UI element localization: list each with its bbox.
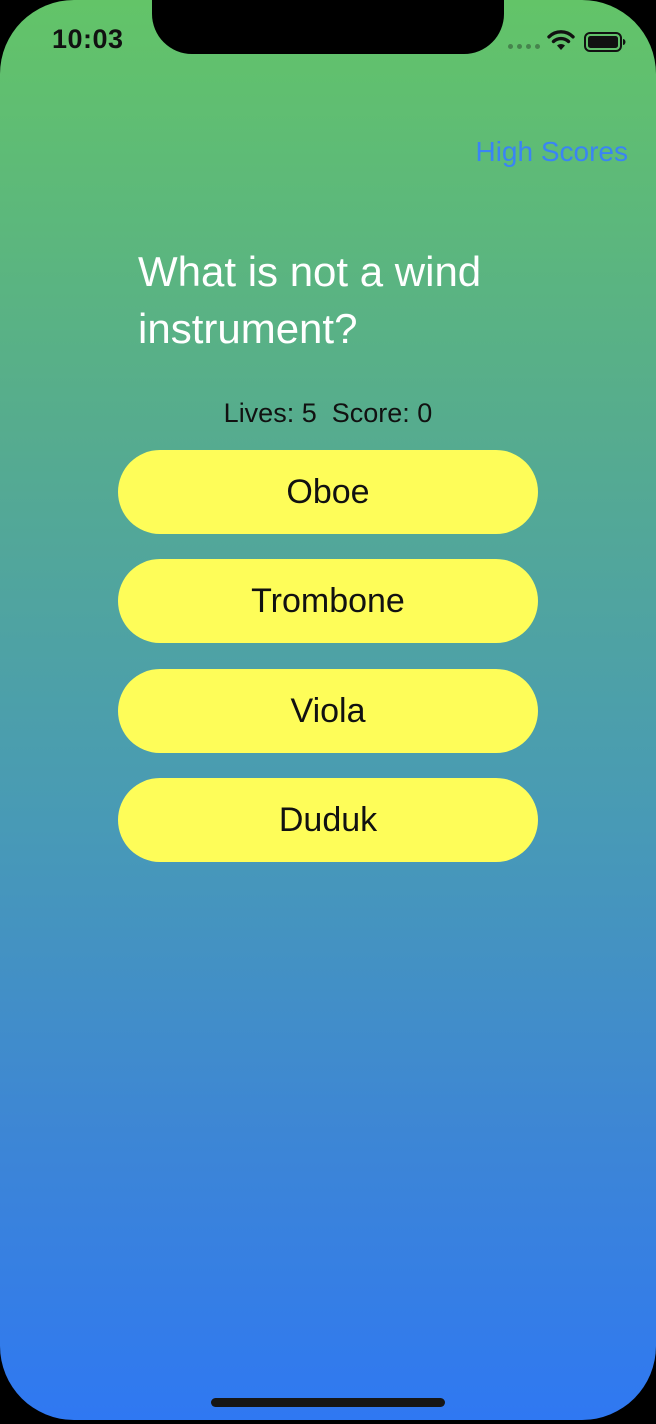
signal-dots-icon [508,44,540,50]
home-indicator[interactable] [211,1398,445,1407]
wifi-icon [547,30,575,50]
status-time: 10:03 [52,24,124,54]
notch [152,0,504,54]
question-text: What is not a wind instrument? [138,248,482,352]
stats-separator [317,398,332,428]
answer-button-2[interactable]: Trombone [118,559,538,643]
battery-icon [584,32,626,52]
answer-button-1[interactable]: Oboe [118,450,538,534]
answer-button-4[interactable]: Duduk [118,778,538,862]
answer-button-3[interactable]: Viola [118,669,538,753]
phone-screen: 10:03 High Scores What is not a wind ins… [0,0,656,1420]
score-label: Score: 0 [331,398,433,428]
lives-score-label: Lives: 5 Score: 0 [0,398,656,429]
lives-label: Lives: 5 [223,398,317,428]
high-scores-link[interactable]: High Scores [475,136,628,168]
